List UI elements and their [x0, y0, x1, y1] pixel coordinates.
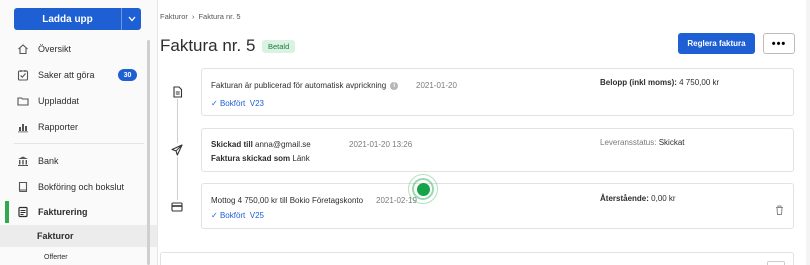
booked-label: Bokfört [219, 211, 246, 220]
upload-button[interactable]: Ladda upp [14, 8, 121, 30]
voucher-number: V23 [249, 99, 264, 108]
page-title: Faktura nr. 5 [160, 36, 256, 55]
event-title-text: Fakturan är publicerad för automatisk av… [211, 81, 387, 90]
nav-item-label: Saker att göra [38, 70, 95, 80]
trash-icon[interactable] [775, 202, 784, 220]
delivery-status-value: Skickat [658, 138, 685, 147]
chevron-down-icon [128, 16, 135, 22]
bar-chart-icon [16, 120, 30, 134]
nav-item-oversikt[interactable]: Översikt [0, 38, 157, 60]
breadcrumb-separator: › [191, 12, 195, 21]
card-icon [170, 200, 184, 214]
booked-label: Bokfört [219, 99, 246, 108]
book-icon [16, 180, 30, 194]
bank-icon [16, 154, 30, 168]
todo-count-badge: 30 [118, 69, 137, 81]
nav-item-label: Bokföring och bokslut [38, 182, 125, 192]
recipient-email: anna@gmail.se [255, 140, 311, 149]
delivery-status-label: Leveransstatus: [600, 138, 657, 147]
main-scrollbar[interactable] [806, 0, 810, 265]
sent-as-label: Faktura skickad som [211, 154, 291, 163]
nav-item-rapporter[interactable]: Rapporter [0, 116, 157, 138]
upload-split-button: Ladda upp [14, 8, 141, 30]
breadcrumb-fakturor[interactable]: Fakturor [160, 12, 188, 21]
amount-label: Belopp (inkl moms): [600, 78, 677, 87]
sent-as-value: Länk [292, 154, 310, 163]
sidebar-scrollbar[interactable] [147, 40, 150, 265]
nav-item-saker-att-gora[interactable]: Saker att göra 30 [0, 64, 157, 86]
subnav-item-label: Fakturor [37, 231, 74, 241]
more-options-button[interactable]: ••• [763, 33, 795, 54]
remaining-field: Återstående: 0,00 kr [600, 194, 676, 203]
subnav-item-fakturor[interactable]: Fakturor [0, 225, 157, 247]
nav-item-label: Rapporter [38, 122, 79, 132]
event-title: Skickad till anna@gmail.se [211, 140, 311, 149]
nav-item-fakturering[interactable]: Fakturering [0, 201, 157, 223]
nav-item-label: Uppladdat [38, 96, 80, 106]
event-title: Fakturan är publicerad för automatisk av… [211, 81, 399, 90]
home-icon [16, 42, 30, 56]
event-card-published: Fakturan är publicerad för automatisk av… [201, 68, 794, 116]
subnav-item-label: Offerter [44, 253, 68, 261]
cursor-core [416, 182, 430, 196]
nav-item-label: Bank [38, 156, 59, 166]
cursor-ring [412, 178, 434, 200]
amount-value: 4 750,00 kr [679, 78, 720, 87]
nav-item-uppladdat[interactable]: Uppladdat [0, 90, 157, 112]
event-title: Mottog 4 750,00 kr till Bokio Företagsko… [211, 196, 364, 205]
sent-to-label: Skickad till [211, 140, 253, 149]
remaining-value: 0,00 kr [651, 194, 676, 203]
upload-dropdown-toggle[interactable] [121, 8, 141, 30]
invoice-icon [16, 205, 30, 219]
folder-icon [16, 94, 30, 108]
next-section-card [160, 252, 794, 265]
check-icon: ✓ [211, 211, 218, 220]
delivery-status: Leveransstatus: Skickat [600, 138, 685, 147]
booked-link[interactable]: ✓ Bokfört V23 [211, 99, 264, 108]
nav-item-bokforing[interactable]: Bokföring och bokslut [0, 176, 157, 198]
sidebar: Ladda upp Översikt Saker att göra 30 Upp… [0, 0, 158, 265]
cursor-indicator [408, 174, 438, 204]
event-card-payment: Mottog 4 750,00 kr till Bokio Företagsko… [201, 183, 794, 229]
info-icon[interactable]: i [390, 81, 399, 90]
booked-link[interactable]: ✓ Bokfört V25 [211, 211, 264, 220]
voucher-number: V25 [249, 211, 264, 220]
event-date: 2021-01-20 13:26 [349, 140, 413, 149]
paper-plane-icon [170, 143, 184, 157]
breadcrumb-current: Faktura nr. 5 [198, 12, 241, 21]
collapse-toggle[interactable] [767, 261, 785, 265]
remaining-label: Återstående: [600, 194, 649, 203]
nav-item-bank[interactable]: Bank [0, 150, 157, 172]
nav-item-label: Fakturering [38, 207, 88, 217]
check-icon: ✓ [211, 99, 218, 108]
nav-divider [14, 143, 144, 144]
sent-as: Faktura skickad som Länk [211, 154, 310, 163]
checklist-icon [16, 68, 30, 82]
status-badge: Betald [262, 40, 296, 53]
settle-invoice-button[interactable]: Reglera faktura [678, 33, 755, 54]
nav-item-label: Översikt [38, 44, 72, 54]
subnav-item-offerter[interactable]: Offerter [0, 250, 157, 264]
breadcrumb: Fakturor › Faktura nr. 5 [160, 12, 241, 21]
event-card-sent: Skickad till anna@gmail.se 2021-01-20 13… [201, 128, 794, 172]
amount-field: Belopp (inkl moms): 4 750,00 kr [600, 78, 719, 87]
event-date: 2021-01-20 [416, 81, 457, 90]
document-icon [170, 85, 184, 99]
